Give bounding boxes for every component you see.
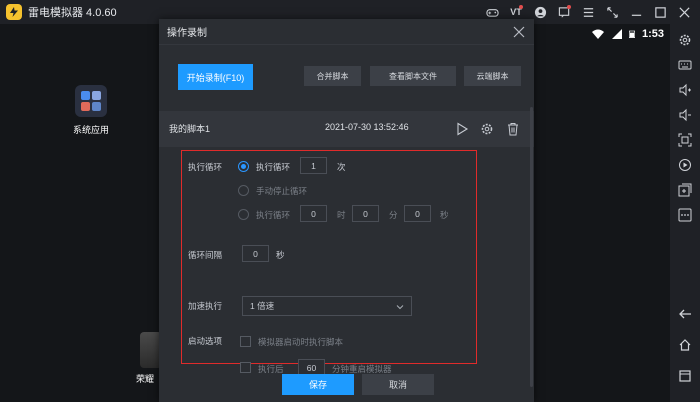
system-apps-shortcut[interactable]: 系统应用: [66, 85, 116, 136]
view-script-files-button[interactable]: 查看脚本文件: [370, 66, 456, 86]
settings-gear-icon[interactable]: [677, 32, 693, 48]
minutes-unit: 分: [389, 210, 398, 220]
timed-minutes-input[interactable]: 0: [352, 205, 379, 222]
cancel-button[interactable]: 取消: [362, 374, 434, 395]
signal-icon: [611, 29, 622, 39]
vt-badge-dot: [519, 5, 523, 9]
timed-hours-input[interactable]: 0: [300, 205, 327, 222]
menu-icon[interactable]: [576, 0, 600, 24]
save-button[interactable]: 保存: [282, 374, 354, 395]
recent-apps-icon[interactable]: [677, 368, 693, 384]
interval-input[interactable]: 0: [242, 245, 269, 262]
app-logo-icon: [6, 4, 22, 20]
restart-prefix-label: 执行后: [258, 364, 284, 374]
timed-seconds-input[interactable]: 0: [404, 205, 431, 222]
dialog-title: 操作录制: [167, 28, 207, 39]
home-icon[interactable]: [677, 337, 693, 353]
run-on-start-checkbox[interactable]: [240, 336, 251, 347]
interval-label: 循环间隔: [188, 250, 223, 260]
manual-stop-radio[interactable]: [238, 185, 249, 196]
right-toolbar: [670, 24, 700, 402]
play-icon[interactable]: [455, 122, 469, 136]
system-apps-label: 系统应用: [72, 125, 109, 135]
run-on-start-label: 模拟器启动时执行脚本: [258, 337, 344, 347]
script-settings-panel: 执行循环 执行循环 1 次 手动停止循环 执行循环 0 时 0 分 0 秒 循环…: [181, 150, 477, 376]
speed-select[interactable]: 1 倍速: [242, 296, 412, 316]
chevron-down-icon: [396, 305, 404, 310]
seconds-unit: 秒: [440, 210, 449, 220]
operation-recording-dialog: 操作录制 开始录制(F10) 合并脚本 查看脚本文件 云端脚本 我的脚本1 20…: [159, 19, 534, 402]
fullscreen-icon[interactable]: [677, 132, 693, 148]
script-timestamp: 2021-07-30 13:52:46: [325, 122, 409, 132]
speed-label: 加速执行: [188, 301, 223, 311]
more-icon[interactable]: [677, 207, 693, 223]
status-time: 1:53: [641, 28, 664, 40]
restart-after-checkbox[interactable]: [240, 362, 251, 373]
restore-icon[interactable]: [600, 0, 624, 24]
message-icon[interactable]: [552, 0, 576, 24]
startup-label: 启动选项: [188, 336, 223, 346]
game-app-label: 荣耀: [136, 374, 155, 384]
script-row[interactable]: 我的脚本1 2021-07-30 13:52:46: [159, 111, 534, 147]
dialog-header: 操作录制: [159, 19, 534, 45]
volume-down-icon[interactable]: [677, 107, 693, 123]
dialog-scrollbar[interactable]: [530, 107, 533, 387]
loop-label: 执行循环: [188, 162, 223, 172]
delete-icon[interactable]: [506, 122, 520, 136]
hours-unit: 时: [337, 210, 346, 220]
loop-count-radio[interactable]: [238, 161, 249, 172]
script-name: 我的脚本1: [169, 124, 211, 134]
dialog-close-icon[interactable]: [512, 25, 526, 39]
record-icon[interactable]: [677, 157, 693, 173]
maximize-icon[interactable]: [648, 0, 672, 24]
manual-stop-label: 手动停止循环: [256, 186, 308, 196]
loop-count-unit: 次: [337, 162, 346, 172]
cloud-scripts-button[interactable]: 云端脚本: [464, 66, 521, 86]
android-status-bar: 1:53: [591, 24, 664, 44]
timed-loop-radio[interactable]: [238, 209, 249, 220]
script-settings-icon[interactable]: [480, 122, 494, 136]
wifi-icon: [591, 29, 604, 39]
start-recording-button[interactable]: 开始录制(F10): [178, 64, 253, 90]
app-title: 雷电模拟器 4.0.60: [28, 7, 117, 19]
close-icon[interactable]: [672, 0, 696, 24]
loop-count-input[interactable]: 1: [300, 157, 327, 174]
keyboard-icon[interactable]: [677, 57, 693, 73]
message-badge-dot: [567, 5, 571, 9]
system-apps-folder-icon: [75, 85, 107, 117]
loop-count-option-label: 执行循环: [256, 162, 291, 172]
interval-unit: 秒: [276, 250, 285, 260]
timed-loop-label: 执行循环: [256, 210, 291, 220]
minimize-icon[interactable]: [624, 0, 648, 24]
add-window-icon[interactable]: [677, 182, 693, 198]
speed-select-value: 1 倍速: [250, 301, 275, 311]
back-icon[interactable]: [677, 306, 693, 322]
battery-icon: [628, 30, 635, 38]
volume-up-icon[interactable]: [677, 82, 693, 98]
merge-scripts-button[interactable]: 合并脚本: [304, 66, 361, 86]
